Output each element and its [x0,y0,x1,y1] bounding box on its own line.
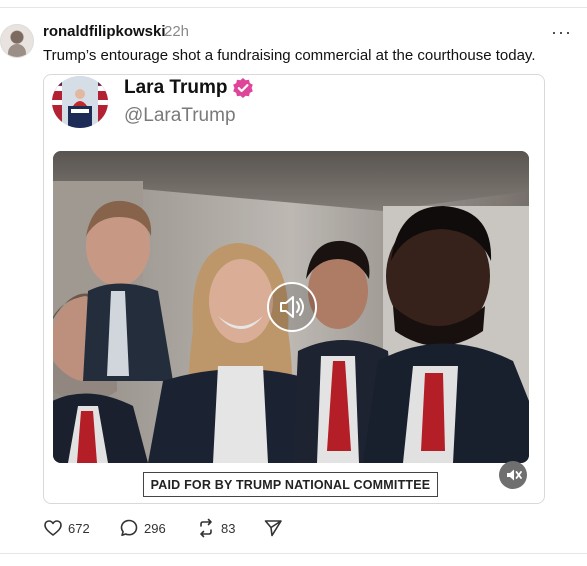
top-divider [0,7,587,8]
like-button[interactable]: 672 [43,518,90,538]
author-username[interactable]: ronaldfilipkowski [43,23,166,40]
reply-count: 296 [144,520,166,536]
share-button[interactable] [263,518,283,538]
embedded-author-name[interactable]: Lara Trump [124,77,227,99]
embedded-post-card[interactable]: Lara Trump @LaraTrump PAID FOR BY TRUMP … [43,74,545,504]
repost-icon [200,518,212,538]
video-player[interactable] [53,151,529,463]
speaker-icon[interactable] [267,282,317,332]
post-timestamp[interactable]: 22h [164,23,189,40]
comment-icon [120,519,138,536]
like-count: 672 [68,520,90,536]
embedded-author-handle[interactable]: @LaraTrump [124,105,236,127]
author-avatar[interactable] [0,24,34,58]
post-text: Trump’s entourage shot a fundraising com… [43,47,536,64]
repost-count: 83 [221,520,236,536]
bottom-divider [0,553,587,554]
more-options-icon[interactable]: ··· [551,22,572,43]
repost-button[interactable]: 83 [196,518,235,538]
sponsor-disclaimer: PAID FOR BY TRUMP NATIONAL COMMITTEE JFC… [143,472,438,497]
speaker-muted-icon[interactable] [499,461,527,489]
verified-badge-icon [233,78,253,98]
heart-icon [44,520,62,536]
share-icon [264,520,282,537]
embedded-author-avatar [52,76,108,128]
reply-button[interactable]: 296 [119,518,166,538]
